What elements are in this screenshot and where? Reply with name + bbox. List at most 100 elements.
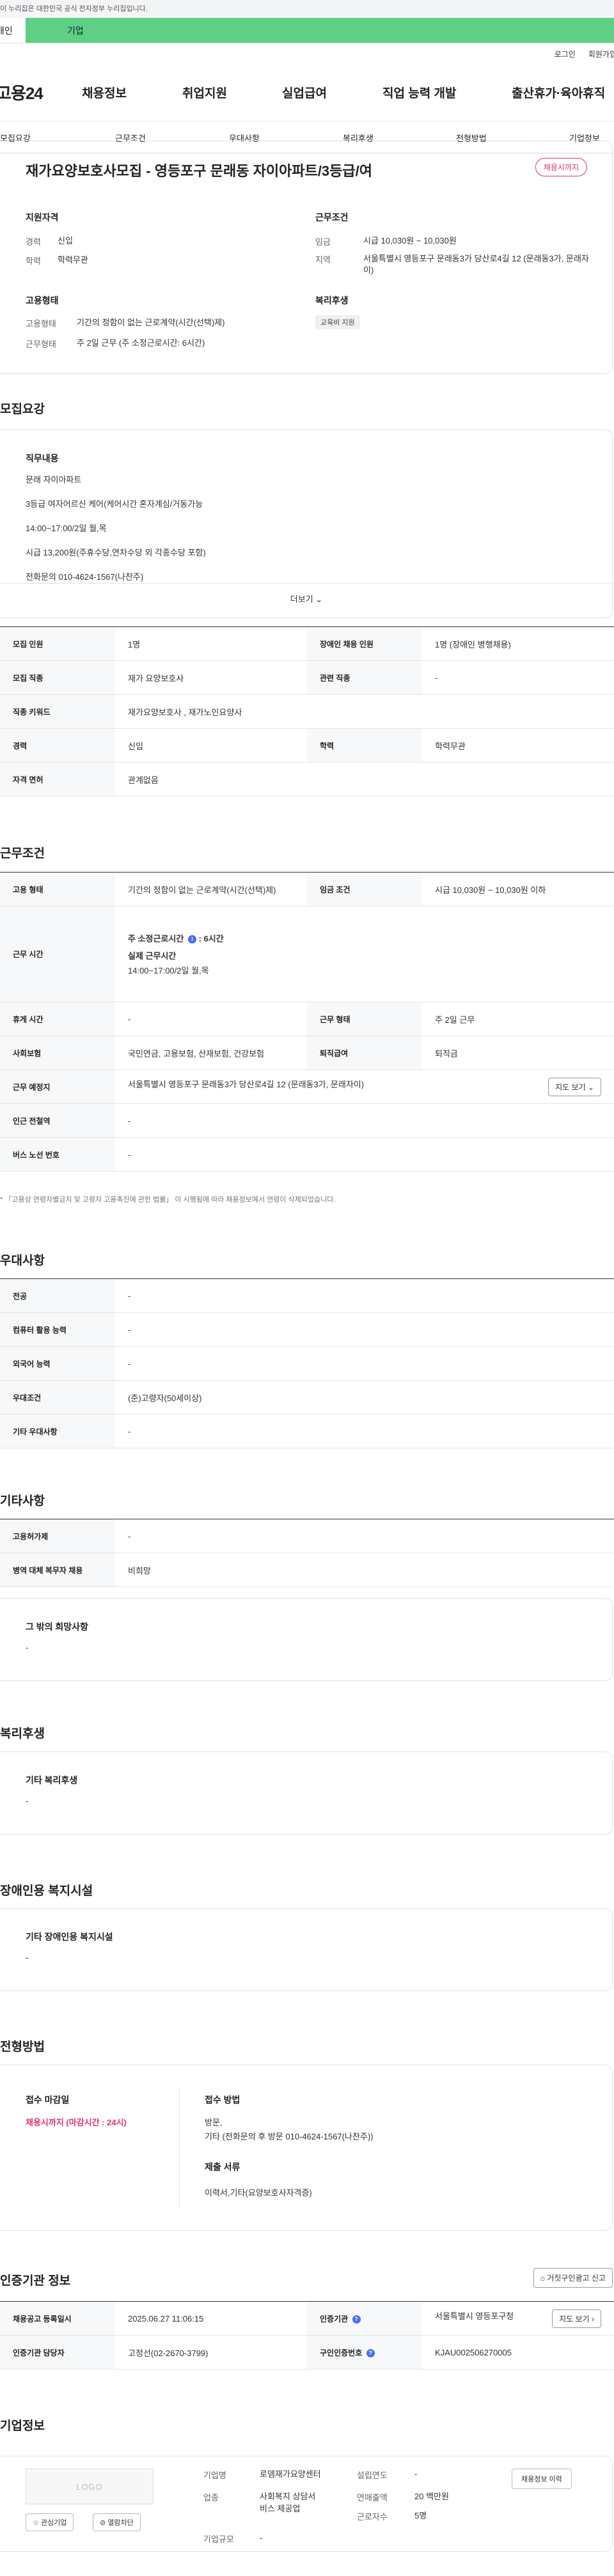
- job-description-line: 문래 자이아파트: [26, 475, 82, 485]
- gnb-item-parental-leave[interactable]: 출산휴가·육아휴직: [512, 84, 605, 101]
- company-sales: 연매출액 20 백만원: [357, 2492, 449, 2502]
- welfare-title: 복리후생: [315, 295, 349, 306]
- gnb-item-employment-support[interactable]: 취업지원: [182, 84, 227, 101]
- block-view-button[interactable]: ⊘ 열람차단: [93, 2513, 141, 2531]
- job-description-line: 14:00~17:00/2일 월,목: [26, 524, 107, 533]
- welfare-box-value: -: [26, 1796, 29, 1806]
- chevron-down-icon: ⌄: [587, 1082, 594, 1092]
- job-description-line: 시급 13,200원(주휴수당,연차수당 외 각종수당 포함): [26, 548, 206, 557]
- table-row: 고용 형태 기간의 정함이 없는 근로계약(시간(선택)제) 임금 조건 시급 10,…: [0, 872, 614, 906]
- company-logo-placeholder: LOGO: [26, 2469, 154, 2504]
- table-row: 휴게 시간 - 근무 형태 주 2일 근무: [0, 1002, 614, 1036]
- actual-hours-label: 실제 근무시간: [128, 951, 177, 961]
- chevron-down-icon: ⌄: [315, 594, 323, 604]
- chevron-right-icon: ›: [592, 2314, 594, 2324]
- report-fake-ad-button[interactable]: ⌂ 거짓구인광고 신고: [533, 2268, 613, 2288]
- table-row: 병역 대체 복무자 채용 비희망: [0, 1553, 614, 1587]
- table-row: 사회보험 국민연금, 고용보험, 산재보험, 건강보험 퇴직급여 퇴직금: [0, 1036, 614, 1070]
- table-row: 자격 면허 관계없음: [0, 762, 614, 796]
- company-name: 기업명 로뎀재가요양센터: [203, 2469, 321, 2480]
- site-logo[interactable]: 고용24: [0, 81, 43, 104]
- summary-wage: 임금 시급 10,030원 ~ 10,030원: [315, 236, 457, 247]
- selection-divider: [179, 2087, 180, 2208]
- deadline-value: 채용시까지 (마감시간 : 24시): [26, 2118, 127, 2127]
- company-employees: 근로자수 5명: [357, 2511, 427, 2522]
- login-link[interactable]: 로그인: [555, 49, 576, 59]
- table-row: 근무 예정지 서울특별시 영등포구 문래동3가 당산로4길 12 (문래동3가, …: [0, 1069, 614, 1104]
- other-wishes-box: [0, 1598, 613, 1681]
- actual-hours-value: 14:00~17:00/2일 월,목: [128, 966, 209, 975]
- table-row: 버스 노선 번호 -: [0, 1137, 614, 1172]
- table-row: 경력 신입 학력 학력무관: [0, 728, 614, 763]
- welfare-chip: 교육비 지원: [315, 315, 360, 329]
- recruit-table: 모집 인원 1명 장애인 채용 인원 1명 (장애인 병행채용) 모집 직종 재가 요양…: [0, 626, 614, 796]
- other-wishes-title: 그 밖의 희망사항: [26, 1622, 88, 1632]
- report-icon: ⌂: [540, 2274, 545, 2283]
- gnb-item-jobs[interactable]: 채용정보: [82, 84, 127, 101]
- method-title: 접수 방법: [205, 2095, 240, 2105]
- section-title-welfare: 복리후생: [0, 1727, 45, 1741]
- table-row: 고용허가제 -: [0, 1519, 614, 1553]
- gnb-item-job-training[interactable]: 직업 능력 개발: [382, 84, 456, 101]
- conditions-title: 근무조건: [315, 212, 349, 222]
- table-row: 전공 -: [0, 1278, 614, 1313]
- table-row: 기타 우대사항 -: [0, 1414, 614, 1448]
- table-row: 채용공고 등록일시 2025.06.27 11:06:15 인증기관 ? 서울특별시 …: [0, 2301, 614, 2336]
- info-icon[interactable]: i: [187, 935, 196, 944]
- method-line: 기타 (전화문의 후 방문 010-4624-1567(나찬주)): [205, 2132, 374, 2141]
- summary-area: 지역 서울특별시 영등포구 문래동3가 당산로4길 12 (문래동3가, 문래자이…: [315, 254, 589, 275]
- section-title-etc: 기타사항: [0, 1494, 45, 1508]
- deadline-badge: 채용시까지: [535, 158, 587, 176]
- info-icon[interactable]: ?: [366, 2348, 375, 2357]
- job-title: 재가요양보호사모집 - 영등포구 문래동 자이아파트/3등급/여: [26, 163, 372, 179]
- table-row: 외국어 능력 -: [0, 1346, 614, 1381]
- section-title-company: 기업정보: [0, 2419, 45, 2433]
- section-title-recruit: 모집요강: [0, 403, 45, 416]
- table-row: 인증기관 담당자 고정선(02-2670-3799) 구인인증번호 ? KJAU002…: [0, 2335, 614, 2370]
- info-icon[interactable]: ?: [352, 2315, 361, 2324]
- summary-employment-type: 고용형태 기간의 정함이 없는 근로계약(시간(선택)제): [26, 318, 225, 329]
- section-title-selection: 전형방법: [0, 2040, 45, 2054]
- utility-links: 로그인 회원가입: [0, 43, 614, 64]
- summary-work-type: 근무형태 주 2일 근무 (주 소정근로시간: 6시간): [26, 338, 205, 349]
- table-row: 직종 키워드 재가요양보호사 , 재가노인요양사: [0, 694, 614, 729]
- welfare-box: [0, 1751, 613, 1835]
- table-row: 모집 인원 1명 장애인 채용 인원 1명 (장애인 병행채용): [0, 626, 614, 661]
- tab-personal[interactable]: 개인: [0, 18, 26, 43]
- table-row: 컴퓨터 활용 능력 -: [0, 1312, 614, 1347]
- hiring-history-button[interactable]: 채용정보 이력: [512, 2469, 572, 2489]
- job-description-line: 3등급 여자어르신 케어(케어시간 혼자계심/거동가능: [26, 499, 203, 509]
- other-wishes-value: -: [26, 1643, 29, 1652]
- disabled-facilities-value: -: [26, 1953, 29, 1962]
- disabled-facilities-title: 기타 장애인용 복지시설: [26, 1932, 113, 1942]
- company-industry: 업종 사회복지 상담서 비스 제공업: [203, 2492, 316, 2513]
- favorite-company-button[interactable]: ☆ 관심기업: [26, 2513, 74, 2531]
- tab-corporate[interactable]: 기업: [26, 18, 614, 43]
- welfare-box-title: 기타 복리후생: [26, 1775, 78, 1785]
- disabled-facilities-box: [0, 1908, 613, 1991]
- join-link[interactable]: 회원가입: [588, 49, 614, 59]
- table-row: 모집 직종 재가 요양보호사 관련 직종 -: [0, 660, 614, 695]
- documents-value: 이력서,기타(요양보호사자격증): [205, 2188, 312, 2198]
- more-button[interactable]: 더보기 ⌄: [0, 583, 613, 615]
- work-conditions-table: 고용 형태 기간의 정함이 없는 근로계약(시간(선택)제) 임금 조건 시급 10,…: [0, 872, 614, 1172]
- table-row: 인근 전철역 -: [0, 1103, 614, 1138]
- documents-title: 제출 서류: [205, 2162, 240, 2172]
- section-title-disabled-facilities: 장애인용 복지시설: [0, 1884, 93, 1898]
- gnb-item-unemployment-benefit[interactable]: 실업급여: [282, 84, 327, 101]
- qualification-title: 지원자격: [26, 212, 59, 222]
- company-size: 기업규모 -: [203, 2533, 263, 2544]
- weekly-hours: 주 소정근로시간 i : 6시간: [128, 934, 224, 944]
- cert-map-button[interactable]: 지도 보기 ›: [552, 2309, 601, 2328]
- user-type-tabs: 개인 기업: [0, 18, 614, 43]
- age-notice: * 「고용상 연령차별금지 및 고령자 고용촉진에 관한 법률」 이 시행됨에 …: [0, 1196, 336, 1204]
- company-founded: 설립연도 -: [357, 2469, 418, 2480]
- main-navigation: 고용24 채용정보 취업지원 실업급여 직업 능력 개발 출산휴가·육아휴직: [0, 64, 614, 121]
- preferences-table: 전공 - 컴퓨터 활용 능력 - 외국어 능력 - 우대조건 (준)고령자(50세이상)…: [0, 1278, 614, 1448]
- table-row: 우대조건 (준)고령자(50세이상): [0, 1380, 614, 1415]
- etc-table: 고용허가제 - 병역 대체 복무자 채용 비희망: [0, 1519, 614, 1587]
- method-line: 방문,: [205, 2118, 223, 2127]
- work-hours-cell: 주 소정근로시간 i : 6시간 실제 근무시간 14:00~17:00/2일 …: [115, 906, 614, 1002]
- map-button[interactable]: 지도 보기 ⌄: [548, 1077, 601, 1096]
- table-row: 근무 시간 주 소정근로시간 i : 6시간 실제 근무시간 14:00~17:…: [0, 906, 614, 1002]
